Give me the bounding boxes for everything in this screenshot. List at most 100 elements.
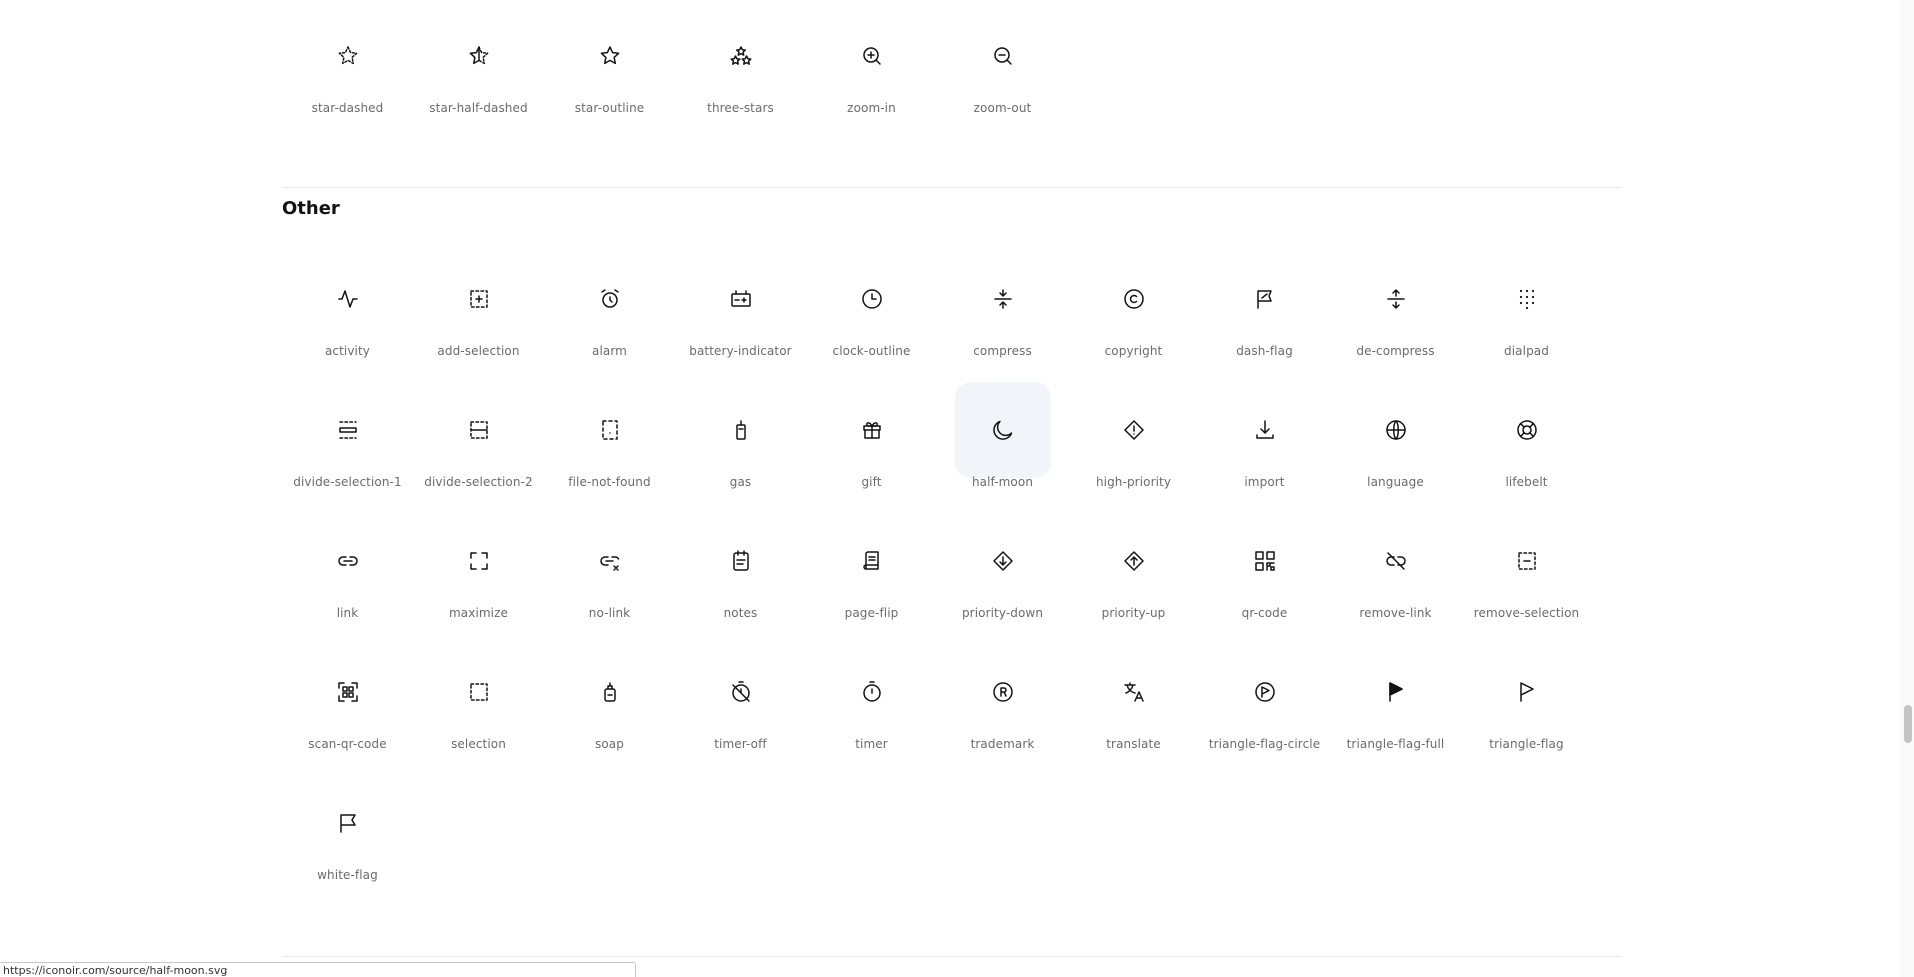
icon-tile[interactable] xyxy=(824,251,920,347)
icon-card-selection[interactable]: selection xyxy=(413,644,544,775)
icon-tile[interactable] xyxy=(300,775,396,871)
icon-tile[interactable] xyxy=(693,644,789,740)
icon-tile[interactable] xyxy=(300,251,396,347)
icon-tile[interactable] xyxy=(1479,251,1575,347)
icon-tile[interactable] xyxy=(1217,513,1313,609)
icon-card-star-outline[interactable]: star-outline xyxy=(544,8,675,139)
icon-card-de-compress[interactable]: de-compress xyxy=(1330,251,1461,382)
icon-tile[interactable] xyxy=(824,513,920,609)
icon-tile[interactable] xyxy=(1086,251,1182,347)
scrollbar-thumb[interactable] xyxy=(1904,705,1912,743)
icon-tile[interactable] xyxy=(431,251,527,347)
icon-card-priority-up[interactable]: priority-up xyxy=(1068,513,1199,644)
icon-tile[interactable] xyxy=(300,382,396,478)
icon-card-star-half-dashed[interactable]: star-half-dashed xyxy=(413,8,544,139)
icon-card-translate[interactable]: translate xyxy=(1068,644,1199,775)
icon-tile[interactable] xyxy=(1479,382,1575,478)
dash-flag-icon xyxy=(1257,290,1272,309)
icon-card-language[interactable]: language xyxy=(1330,382,1461,513)
icon-card-maximize[interactable]: maximize xyxy=(413,513,544,644)
icon-card-link[interactable]: link xyxy=(282,513,413,644)
icon-card-half-moon[interactable]: half-moon xyxy=(937,382,1068,513)
icon-tile[interactable] xyxy=(1217,251,1313,347)
icon-tile[interactable] xyxy=(1086,513,1182,609)
icon-card-dash-flag[interactable]: dash-flag xyxy=(1199,251,1330,382)
icon-card-activity[interactable]: activity xyxy=(282,251,413,382)
icon-tile[interactable] xyxy=(693,513,789,609)
icon-card-remove-link[interactable]: remove-link xyxy=(1330,513,1461,644)
icon-card-soap[interactable]: soap xyxy=(544,644,675,775)
icon-card-triangle-flag[interactable]: triangle-flag xyxy=(1461,644,1592,775)
icon-tile[interactable] xyxy=(1348,513,1444,609)
icon-card-file-not-found[interactable]: file-not-found xyxy=(544,382,675,513)
icon-card-battery-indicator[interactable]: battery-indicator xyxy=(675,251,806,382)
icon-card-zoom-out[interactable]: zoom-out xyxy=(937,8,1068,139)
vertical-scrollbar[interactable] xyxy=(1900,0,1914,977)
icon-card-scan-qr-code[interactable]: scan-qr-code xyxy=(282,644,413,775)
icon-tile[interactable] xyxy=(824,8,920,104)
icon-card-gift[interactable]: gift xyxy=(806,382,937,513)
icon-card-compress[interactable]: compress xyxy=(937,251,1068,382)
icon-tile[interactable] xyxy=(431,382,527,478)
icon-tile[interactable] xyxy=(562,8,658,104)
icon-card-three-stars[interactable]: three-stars xyxy=(675,8,806,139)
icon-card-priority-down[interactable]: priority-down xyxy=(937,513,1068,644)
icon-tile[interactable] xyxy=(1348,644,1444,740)
icon-card-no-link[interactable]: no-link xyxy=(544,513,675,644)
icon-tile[interactable] xyxy=(693,8,789,104)
icon-card-dialpad[interactable]: dialpad xyxy=(1461,251,1592,382)
icon-tile[interactable] xyxy=(1479,513,1575,609)
icon-tile[interactable] xyxy=(824,382,920,478)
icon-label: timer xyxy=(855,737,888,751)
icon-card-clock-outline[interactable]: clock-outline xyxy=(806,251,937,382)
icon-tile[interactable] xyxy=(1086,644,1182,740)
star-dashed-icon xyxy=(338,46,358,65)
icon-tile[interactable] xyxy=(431,8,527,104)
icon-tile[interactable] xyxy=(300,8,396,104)
icon-tile[interactable] xyxy=(562,644,658,740)
icon-card-import[interactable]: import xyxy=(1199,382,1330,513)
icon-tile[interactable] xyxy=(955,644,1051,740)
icon-tile[interactable] xyxy=(1348,251,1444,347)
icon-card-remove-selection[interactable]: remove-selection xyxy=(1461,513,1592,644)
icon-tile[interactable] xyxy=(693,251,789,347)
icon-card-star-dashed[interactable]: star-dashed xyxy=(282,8,413,139)
icon-card-copyright[interactable]: copyright xyxy=(1068,251,1199,382)
icon-card-trademark[interactable]: trademark xyxy=(937,644,1068,775)
icon-card-triangle-flag-full[interactable]: triangle-flag-full xyxy=(1330,644,1461,775)
icon-tile[interactable] xyxy=(1217,644,1313,740)
icon-card-divide-selection-1[interactable]: divide-selection-1 xyxy=(282,382,413,513)
icon-card-high-priority[interactable]: high-priority xyxy=(1068,382,1199,513)
icon-card-gas[interactable]: gas xyxy=(675,382,806,513)
icon-card-add-selection[interactable]: add-selection xyxy=(413,251,544,382)
icon-card-qr-code[interactable]: qr-code xyxy=(1199,513,1330,644)
icon-tile[interactable] xyxy=(955,382,1051,478)
icon-tile[interactable] xyxy=(562,513,658,609)
icon-tile[interactable] xyxy=(955,513,1051,609)
icon-tile[interactable] xyxy=(300,644,396,740)
icon-card-alarm[interactable]: alarm xyxy=(544,251,675,382)
icon-card-zoom-in[interactable]: zoom-in xyxy=(806,8,937,139)
icon-card-page-flip[interactable]: page-flip xyxy=(806,513,937,644)
other-icon-grid: activity add-selection alarm battery-indica… xyxy=(282,251,1592,906)
icon-card-triangle-flag-circle[interactable]: triangle-flag-circle xyxy=(1199,644,1330,775)
icon-tile[interactable] xyxy=(824,644,920,740)
icon-tile[interactable] xyxy=(431,644,527,740)
icon-tile[interactable] xyxy=(1479,644,1575,740)
icon-tile[interactable] xyxy=(1217,382,1313,478)
icon-tile[interactable] xyxy=(955,8,1051,104)
icon-card-notes[interactable]: notes xyxy=(675,513,806,644)
icon-tile[interactable] xyxy=(693,382,789,478)
icon-tile[interactable] xyxy=(955,251,1051,347)
icon-tile[interactable] xyxy=(300,513,396,609)
icon-tile[interactable] xyxy=(562,251,658,347)
icon-card-divide-selection-2[interactable]: divide-selection-2 xyxy=(413,382,544,513)
icon-tile[interactable] xyxy=(1348,382,1444,478)
icon-card-lifebelt[interactable]: lifebelt xyxy=(1461,382,1592,513)
icon-card-white-flag[interactable]: white-flag xyxy=(282,775,413,906)
icon-tile[interactable] xyxy=(431,513,527,609)
icon-card-timer-off[interactable]: timer-off xyxy=(675,644,806,775)
icon-card-timer[interactable]: timer xyxy=(806,644,937,775)
icon-tile[interactable] xyxy=(1086,382,1182,478)
icon-tile[interactable] xyxy=(562,382,658,478)
